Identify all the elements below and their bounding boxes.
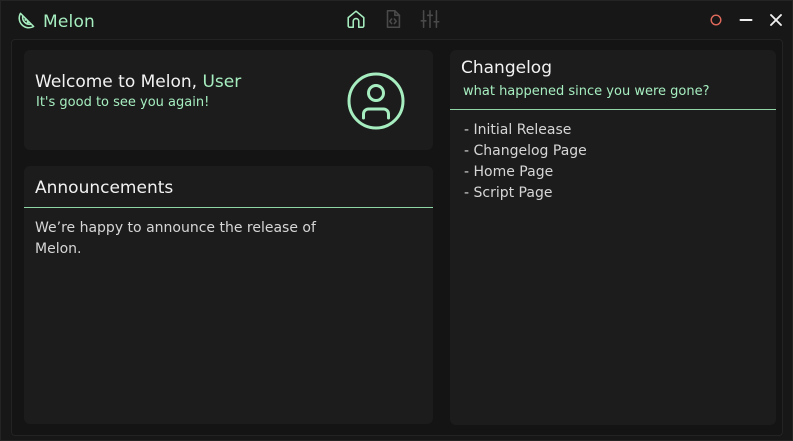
announcements-title: Announcements <box>35 178 174 198</box>
welcome-card: Welcome to Melon, User It's good to see … <box>24 50 433 150</box>
window-controls <box>706 10 786 30</box>
close-button[interactable] <box>766 10 786 30</box>
changelog-item: - Initial Release <box>464 122 572 138</box>
changelog-item: - Home Page <box>464 164 554 180</box>
user-avatar-icon <box>347 72 405 130</box>
status-button[interactable] <box>706 10 726 30</box>
changelog-title: Changelog <box>461 58 553 78</box>
changelog-divider <box>450 109 776 110</box>
nav-script-button[interactable] <box>381 7 405 31</box>
app-brand: Melon <box>17 9 95 34</box>
nav-settings-button[interactable] <box>418 7 442 31</box>
nav-home-button[interactable] <box>344 7 368 31</box>
close-icon <box>770 14 782 26</box>
minimize-icon <box>739 19 753 21</box>
announcements-body: We’re happy to announce the release of M… <box>35 220 316 257</box>
changelog-item: - Changelog Page <box>464 143 587 159</box>
changelog-card: Changelog what happened since you were g… <box>450 50 776 425</box>
nav-bar <box>344 7 442 31</box>
announcements-card: Announcements We’re happy to announce th… <box>24 166 433 424</box>
melon-logo-icon <box>17 9 38 34</box>
app-window: Melon Welcome to Melon, User It's good t… <box>0 0 793 441</box>
app-name: Melon <box>43 11 96 32</box>
minimize-button[interactable] <box>736 10 756 30</box>
welcome-heading: Welcome to Melon, User <box>35 72 241 92</box>
main-content: Welcome to Melon, User It's good to see … <box>11 39 783 436</box>
welcome-username: User <box>202 72 242 92</box>
script-file-icon <box>386 9 401 29</box>
changelog-subtitle: what happened since you were gone? <box>463 84 710 99</box>
changelog-list: - Initial Release - Changelog Page - Hom… <box>464 120 587 204</box>
changelog-item: - Script Page <box>464 185 553 201</box>
status-circle-icon <box>710 14 722 26</box>
welcome-subtitle: It's good to see you again! <box>36 95 210 110</box>
welcome-greeting: Welcome to Melon, <box>35 72 198 92</box>
home-icon <box>347 10 365 29</box>
title-bar[interactable]: Melon <box>1 1 793 39</box>
announcements-divider <box>24 207 433 208</box>
sliders-icon <box>420 9 440 29</box>
